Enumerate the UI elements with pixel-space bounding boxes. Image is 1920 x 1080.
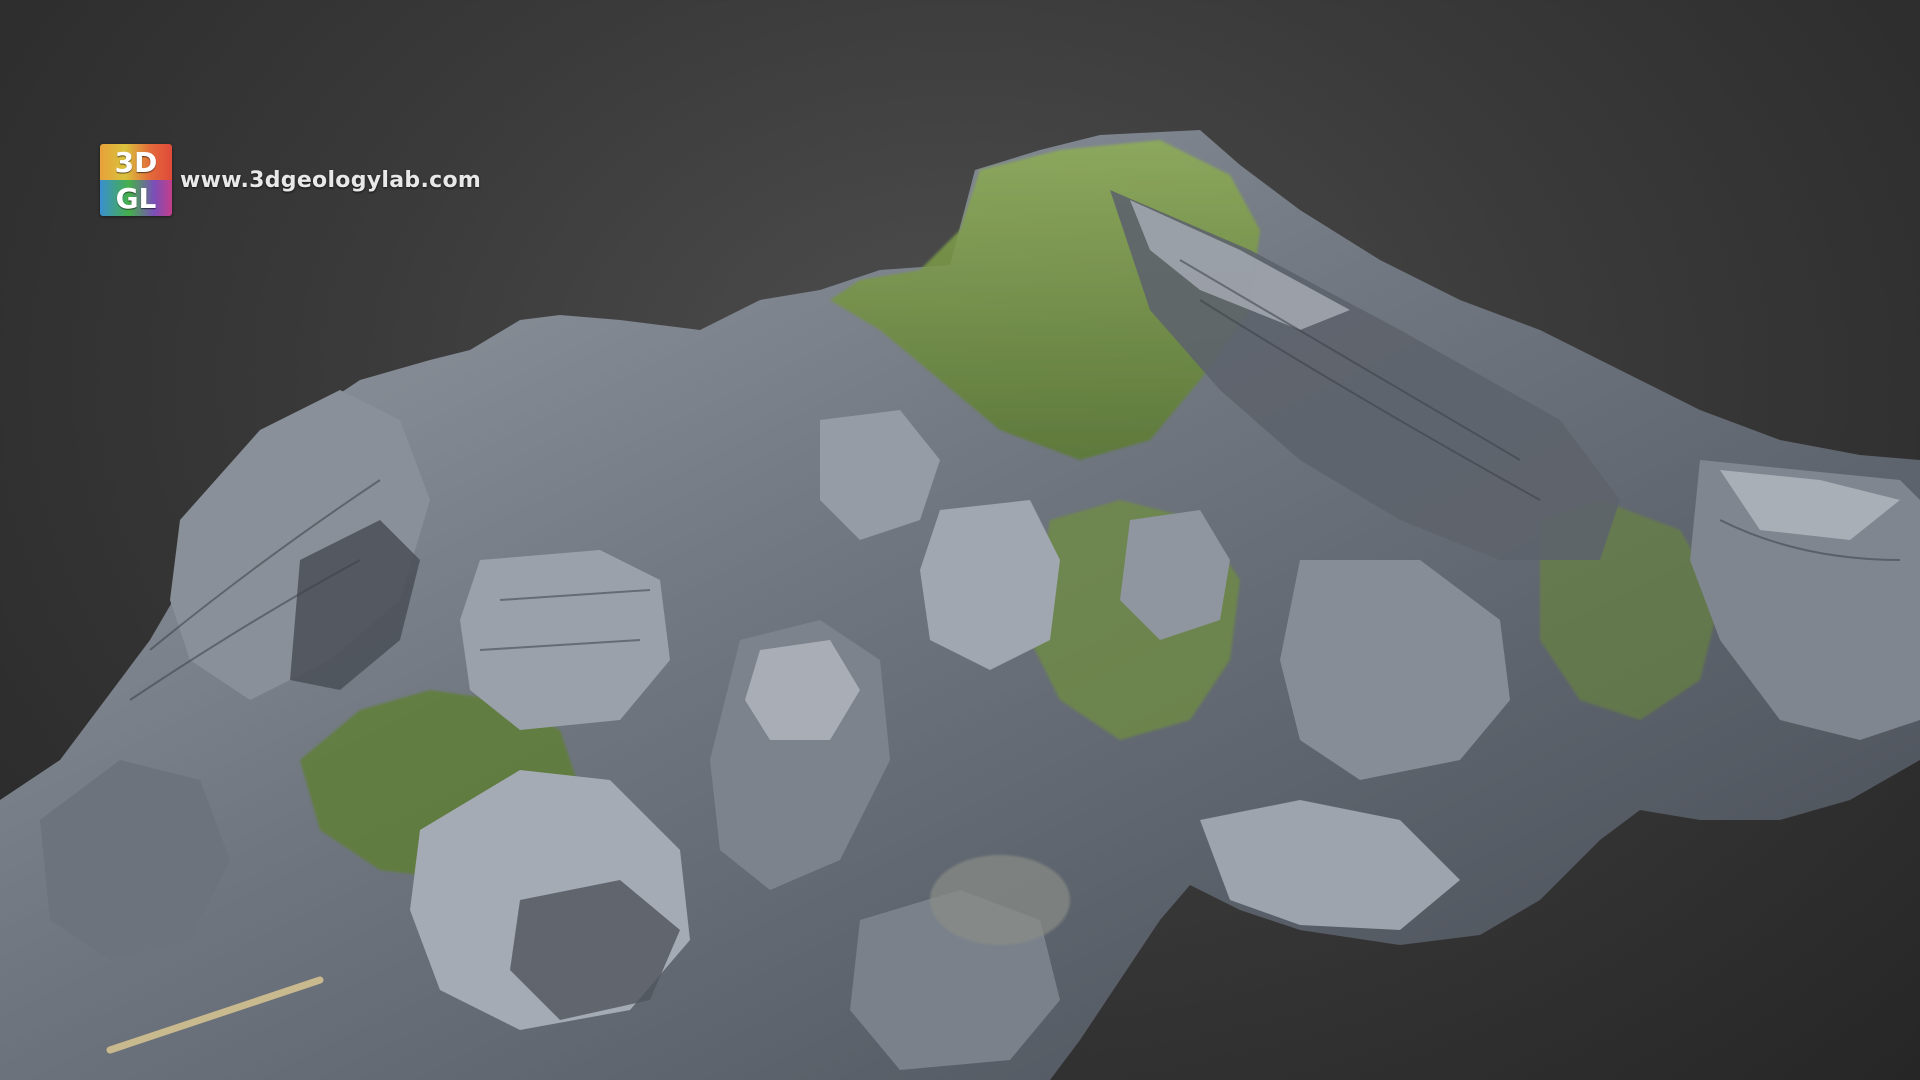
blurred-patch (930, 855, 1070, 945)
branding-watermark: 3D GL www.3dgeologylab.com (100, 144, 481, 216)
3d-model-viewport[interactable]: 3D GL www.3dgeologylab.com (0, 0, 1920, 1080)
rock-block-mid (920, 500, 1060, 670)
3dgl-logo: 3D GL (100, 144, 172, 216)
logo-text-bottom: GL (100, 180, 172, 216)
logo-text-top: 3D (100, 144, 172, 180)
website-url-text: www.3dgeologylab.com (180, 167, 482, 193)
